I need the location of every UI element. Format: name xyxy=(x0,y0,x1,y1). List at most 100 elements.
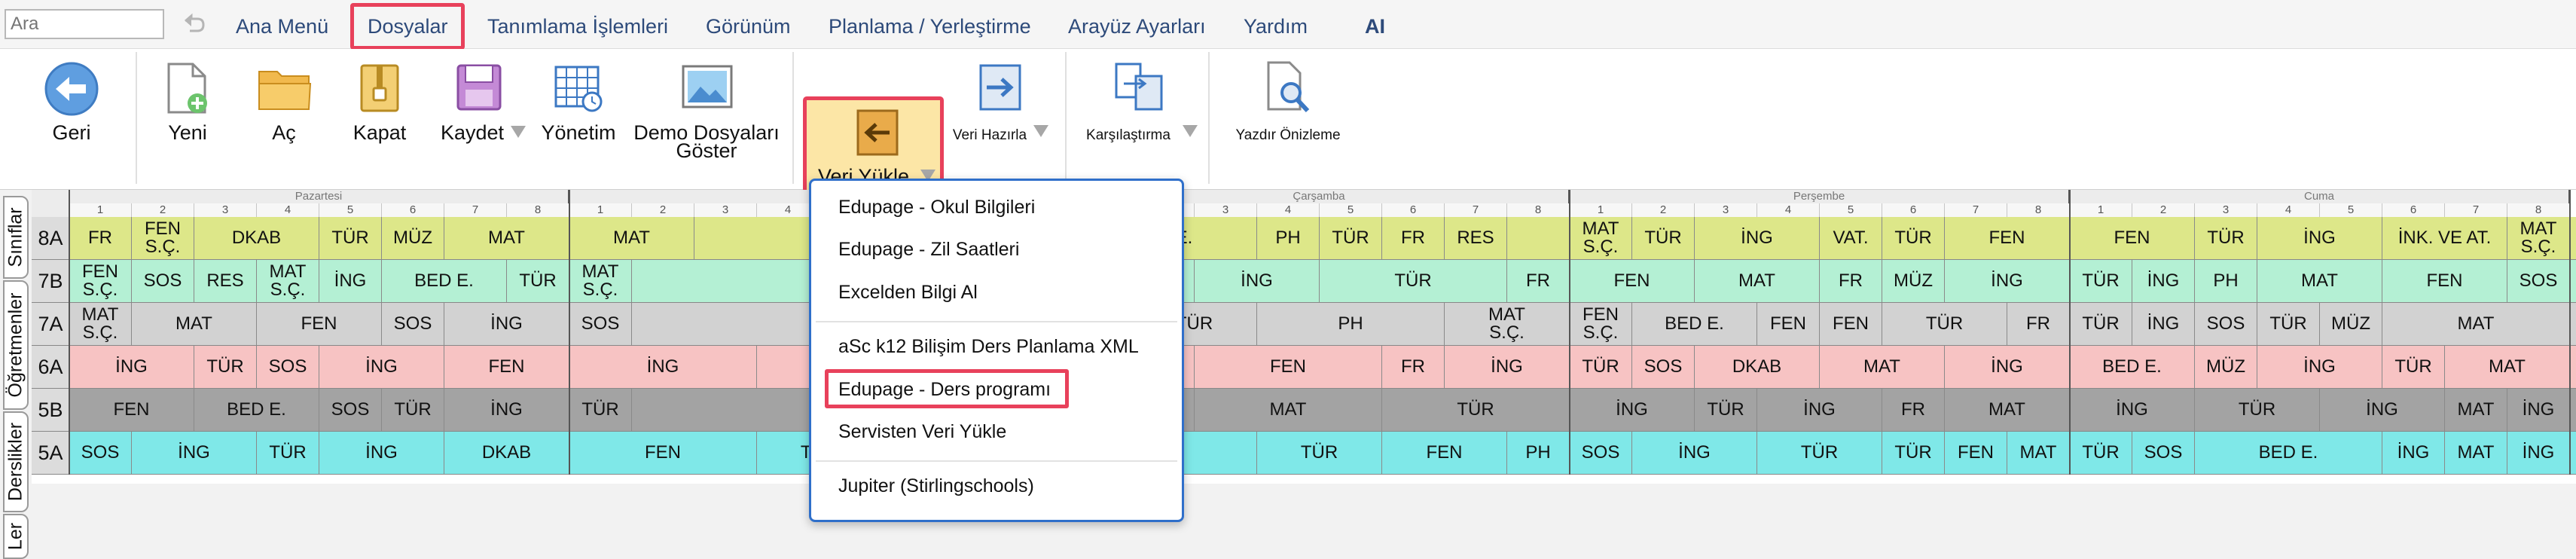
lesson-card[interactable]: TÜR xyxy=(1320,260,1507,302)
tab-diger[interactable]: Ler xyxy=(3,514,29,559)
menu-yardim[interactable]: Yardım xyxy=(1244,0,1308,48)
yonetim-button[interactable]: Yönetim xyxy=(536,49,621,189)
lesson-card[interactable]: SOS xyxy=(319,389,382,431)
lesson-card[interactable]: TÜR xyxy=(257,432,319,474)
menu-ana-menu[interactable]: Ana Menü xyxy=(236,0,328,48)
lesson-card[interactable]: MAT xyxy=(1695,260,1820,302)
lesson-card[interactable]: İNG xyxy=(132,432,257,474)
lesson-card[interactable]: İNG xyxy=(319,346,444,388)
search-input[interactable] xyxy=(5,9,164,39)
lesson-card[interactable]: FEN xyxy=(69,389,194,431)
class-row-header[interactable]: 8A xyxy=(32,217,69,260)
lesson-card[interactable]: İNG xyxy=(569,346,757,388)
menu-gorunum[interactable]: Görünüm xyxy=(706,0,791,48)
lesson-card[interactable]: MAT xyxy=(132,303,257,345)
lesson-card[interactable]: TÜR xyxy=(2070,260,2132,302)
lesson-card[interactable]: FEN S.Ç. xyxy=(132,217,194,259)
kaydet-button[interactable]: Kaydet xyxy=(434,49,532,189)
lesson-card[interactable]: PH xyxy=(2195,260,2257,302)
lesson-card[interactable]: FEN xyxy=(2382,260,2507,302)
lesson-card[interactable]: TÜR xyxy=(1882,432,1945,474)
lesson-card[interactable]: TÜR xyxy=(1257,432,1382,474)
lesson-card[interactable]: VAT. xyxy=(1820,217,1882,259)
lesson-card[interactable]: FEN xyxy=(444,346,569,388)
lesson-card[interactable]: FEN xyxy=(2070,217,2195,259)
lesson-card[interactable]: TÜR xyxy=(1320,217,1382,259)
lesson-card[interactable]: MAT S.Ç. xyxy=(1445,303,1570,345)
menu-arayuz-ayarlari[interactable]: Arayüz Ayarları xyxy=(1068,0,1206,48)
lesson-card[interactable]: FR xyxy=(1507,260,1570,302)
karsilastirma-button[interactable]: Karşılaştırma xyxy=(1076,49,1205,189)
lesson-card[interactable]: İNG xyxy=(2132,260,2195,302)
lesson-card[interactable]: MAT xyxy=(1195,389,1382,431)
lesson-card[interactable]: SOS xyxy=(569,303,632,345)
veri-hazirla-button[interactable]: Veri Hazırla xyxy=(945,49,1058,189)
lesson-card[interactable]: İNG xyxy=(319,260,382,302)
lesson-card[interactable]: İNG xyxy=(2070,389,2195,431)
class-row-header[interactable]: 6A xyxy=(32,346,69,389)
tab-siniflar[interactable]: Sınıflar xyxy=(3,196,29,279)
lesson-card[interactable]: MÜZ xyxy=(2195,346,2257,388)
lesson-card[interactable]: FR xyxy=(69,217,132,259)
lesson-card[interactable]: İNG xyxy=(2132,303,2195,345)
lesson-card[interactable]: TÜR xyxy=(1382,389,1570,431)
lesson-card[interactable]: MAT xyxy=(569,217,694,259)
lesson-card[interactable]: İNG xyxy=(2507,432,2570,474)
dropdown-item-zil-saatleri[interactable]: Edupage - Zil Saatleri xyxy=(838,238,1019,261)
lesson-card[interactable]: TÜR xyxy=(1695,389,1757,431)
lesson-card[interactable]: MÜZ xyxy=(1882,260,1945,302)
class-row-header[interactable]: 5B xyxy=(32,389,69,432)
veri-hazirla-dropdown-arrow[interactable] xyxy=(1033,125,1048,137)
lesson-card[interactable]: İNG xyxy=(444,389,569,431)
lesson-card[interactable]: FR xyxy=(1820,260,1882,302)
lesson-card[interactable]: MÜZ xyxy=(382,217,444,259)
geri-button[interactable]: Geri xyxy=(30,49,113,189)
lesson-card[interactable]: İNG xyxy=(444,303,569,345)
lesson-card[interactable]: SOS xyxy=(1632,346,1695,388)
lesson-card[interactable]: DKAB xyxy=(194,217,319,259)
lesson-card[interactable]: İNG xyxy=(2507,389,2570,431)
demo-dosyalari-goster-button[interactable]: Demo Dosyaları Göster xyxy=(631,49,782,189)
lesson-card[interactable]: FEN xyxy=(1945,432,2007,474)
lesson-card[interactable]: TÜR xyxy=(1632,217,1695,259)
lesson-card[interactable]: SOS xyxy=(132,260,194,302)
lesson-card[interactable]: İNG xyxy=(1445,346,1570,388)
lesson-card[interactable]: DKAB xyxy=(444,432,569,474)
lesson-card[interactable]: TÜR xyxy=(1882,303,2007,345)
lesson-card[interactable]: FEN S.Ç. xyxy=(1570,303,1632,345)
lesson-card[interactable]: TÜR xyxy=(1882,217,1945,259)
lesson-card[interactable]: PH xyxy=(1507,432,1570,474)
lesson-card[interactable]: MAT S.Ç. xyxy=(569,260,632,302)
lesson-card[interactable]: TÜR xyxy=(2070,432,2132,474)
dropdown-item-excelden-bilgi-al[interactable]: Excelden Bilgi Al xyxy=(838,281,978,304)
lesson-card[interactable]: İNG xyxy=(1945,260,2070,302)
lesson-card[interactable]: MAT xyxy=(2445,389,2507,431)
lesson-card[interactable]: TÜR xyxy=(2257,303,2320,345)
lesson-card[interactable]: SOS xyxy=(2132,432,2195,474)
lesson-card[interactable]: İNG xyxy=(2382,432,2445,474)
dropdown-item-jupiter[interactable]: Jupiter (Stirlingschools) xyxy=(838,475,1034,497)
kapat-button[interactable]: Kapat xyxy=(340,49,419,189)
lesson-card[interactable]: TÜR xyxy=(2382,346,2445,388)
lesson-card[interactable]: SOS xyxy=(2507,260,2570,302)
lesson-card[interactable]: MAT xyxy=(2257,260,2382,302)
lesson-card[interactable]: FR xyxy=(2007,303,2070,345)
lesson-card[interactable]: BED E. xyxy=(2070,346,2195,388)
lesson-card[interactable]: FEN xyxy=(1570,260,1695,302)
yazdir-onizleme-button[interactable]: Yazdır Önizleme xyxy=(1220,49,1356,189)
lesson-card[interactable]: MÜZ xyxy=(2320,303,2382,345)
ac-button[interactable]: Aç xyxy=(243,49,325,189)
lesson-card[interactable]: FEN xyxy=(569,432,757,474)
lesson-card[interactable]: BED E. xyxy=(2195,432,2382,474)
lesson-card[interactable]: TÜR xyxy=(382,389,444,431)
class-row-header[interactable]: 7B xyxy=(32,260,69,303)
dropdown-item-ders-programi[interactable]: Edupage - Ders programı xyxy=(838,378,1051,401)
lesson-card[interactable]: MAT S.Ç. xyxy=(69,303,132,345)
undo-icon[interactable] xyxy=(178,9,208,39)
lesson-card[interactable]: FEN xyxy=(1757,303,1820,345)
lesson-card[interactable]: MAT xyxy=(444,217,569,259)
lesson-card[interactable]: İNG xyxy=(2257,217,2382,259)
lesson-card[interactable]: FEN xyxy=(257,303,382,345)
lesson-card[interactable]: TÜR xyxy=(2195,389,2320,431)
menu-tanimlama-islemleri[interactable]: Tanımlama İşlemleri xyxy=(487,0,668,48)
